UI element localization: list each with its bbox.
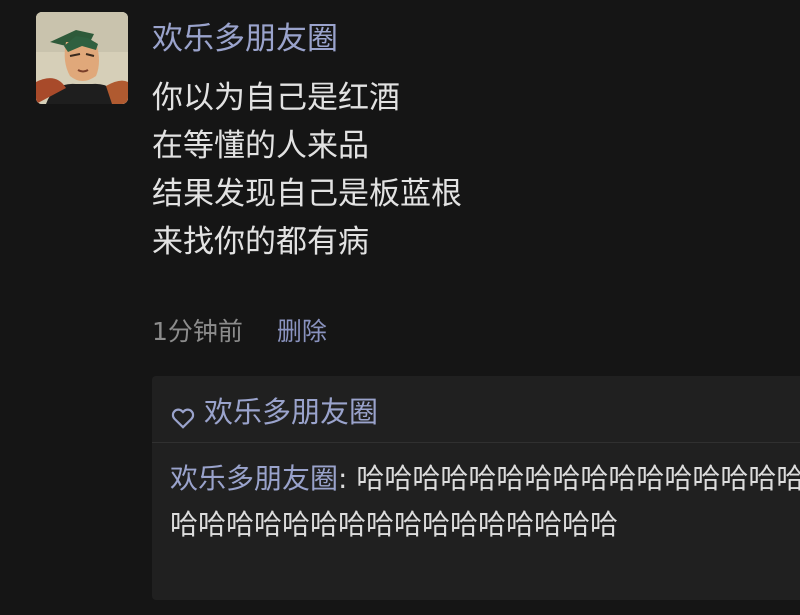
post-line: 在等懂的人来品 bbox=[152, 128, 369, 164]
avatar-image bbox=[36, 12, 128, 104]
post-line: 结果发现自己是板蓝根 bbox=[152, 176, 462, 212]
post-line: 你以为自己是红酒 bbox=[152, 80, 400, 116]
post-username[interactable]: 欢乐多朋友圈 bbox=[152, 18, 338, 60]
post-line: 来找你的都有病 bbox=[152, 224, 369, 260]
avatar[interactable] bbox=[36, 12, 128, 104]
moments-post: 欢乐多朋友圈 你以为自己是红酒 在等懂的人来品 结果发现自己是板蓝根 来找你的都… bbox=[0, 0, 800, 615]
comment[interactable]: 欢乐多朋友圈: 哈哈哈哈哈哈哈哈哈哈哈哈哈哈哈哈哈哈哈哈哈哈哈哈哈哈哈哈哈哈哈哈 bbox=[170, 456, 800, 548]
heart-icon bbox=[170, 399, 196, 429]
post-content: 你以为自己是红酒 在等懂的人来品 结果发现自己是板蓝根 来找你的都有病 bbox=[152, 74, 462, 266]
divider bbox=[152, 442, 800, 443]
comment-separator: : bbox=[338, 462, 357, 495]
comment-author[interactable]: 欢乐多朋友圈 bbox=[170, 462, 338, 495]
like-username[interactable]: 欢乐多朋友圈 bbox=[204, 390, 378, 434]
likes-row: 欢乐多朋友圈 bbox=[170, 390, 378, 434]
post-meta: 1分钟前 删除 bbox=[152, 314, 327, 350]
post-timestamp: 1分钟前 bbox=[152, 317, 243, 346]
delete-link[interactable]: 删除 bbox=[277, 317, 327, 346]
interaction-panel: 欢乐多朋友圈 欢乐多朋友圈: 哈哈哈哈哈哈哈哈哈哈哈哈哈哈哈哈哈哈哈哈哈哈哈哈哈… bbox=[152, 376, 800, 600]
